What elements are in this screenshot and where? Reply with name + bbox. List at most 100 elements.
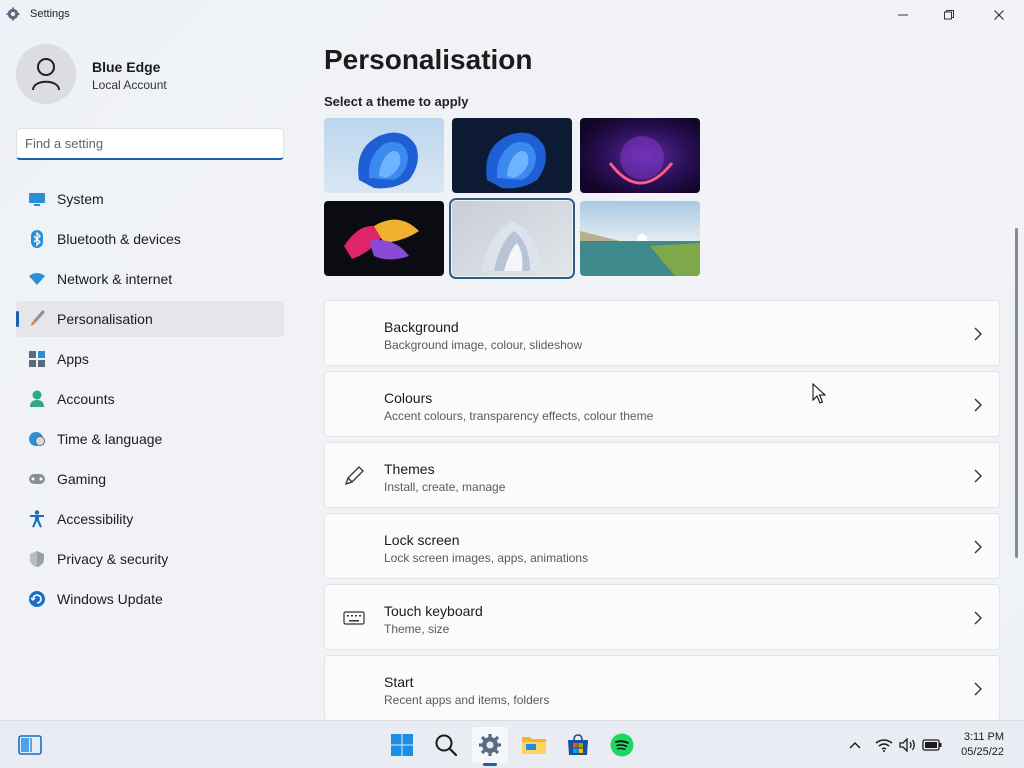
start-card[interactable]: Start Recent apps and items, folders — [324, 655, 1000, 720]
update-icon — [28, 590, 46, 608]
card-subtitle: Background image, colour, slideshow — [384, 338, 583, 352]
card-title: Start — [384, 674, 414, 690]
user-name: Blue Edge — [92, 59, 161, 75]
colours-card[interactable]: Colours Accent colours, transparency eff… — [324, 371, 1000, 437]
sidebar-item-accounts[interactable]: Accounts — [16, 381, 284, 417]
shield-icon — [28, 550, 46, 568]
palette-icon — [343, 394, 365, 416]
sidebar-item-network[interactable]: Network & internet — [16, 261, 284, 297]
account-type: Local Account — [92, 78, 167, 92]
widgets-icon — [18, 735, 42, 755]
network-tray-button[interactable] — [874, 735, 894, 755]
chevron-right-icon — [974, 327, 982, 341]
avatar[interactable] — [16, 44, 76, 104]
minimize-button[interactable] — [880, 0, 926, 30]
volume-tray-button[interactable] — [898, 735, 918, 755]
spotify-icon — [610, 733, 634, 757]
chevron-right-icon — [974, 398, 982, 412]
file-explorer-button[interactable] — [516, 727, 552, 763]
theme-thumbnail-sunrise[interactable] — [449, 198, 575, 279]
monitor-icon — [28, 190, 46, 208]
sidebar-item-label: Time & language — [57, 431, 163, 447]
clock-time[interactable]: 3:11 PM — [960, 731, 1004, 743]
card-subtitle: Install, create, manage — [384, 480, 506, 494]
chevron-right-icon — [974, 540, 982, 554]
background-card[interactable]: Background Background image, colour, sli… — [324, 300, 1000, 366]
battery-tray-button[interactable] — [922, 735, 942, 755]
chevron-right-icon — [974, 611, 982, 625]
sidebar-item-label: System — [57, 191, 104, 207]
sidebar-item-label: Personalisation — [57, 311, 153, 327]
title-bar: Settings — [0, 0, 1024, 30]
card-title: Touch keyboard — [384, 603, 483, 619]
bluetooth-icon — [28, 230, 46, 248]
lock-screen-icon — [343, 536, 365, 558]
touch-keyboard-card[interactable]: Touch keyboard Theme, size — [324, 584, 1000, 650]
card-title: Colours — [384, 390, 433, 406]
wifi-icon — [28, 270, 46, 288]
theme-thumbnail-windows-dark[interactable] — [452, 118, 572, 193]
card-subtitle: Recent apps and items, folders — [384, 693, 550, 707]
gamepad-icon — [28, 470, 46, 488]
sidebar-item-accessibility[interactable]: Accessibility — [16, 501, 284, 537]
sidebar-item-gaming[interactable]: Gaming — [16, 461, 284, 497]
card-subtitle: Lock screen images, apps, animations — [384, 551, 589, 565]
sidebar-item-label: Windows Update — [57, 591, 163, 607]
sidebar-item-label: Apps — [57, 351, 89, 367]
settings-taskbar-button[interactable] — [472, 727, 508, 763]
search-box[interactable] — [16, 128, 284, 160]
themes-card[interactable]: Themes Install, create, manage — [324, 442, 1000, 508]
theme-thumbnail-flow[interactable] — [580, 201, 700, 276]
close-button[interactable] — [976, 0, 1022, 30]
sidebar-item-label: Gaming — [57, 471, 107, 487]
chevron-right-icon — [974, 682, 982, 696]
battery-icon — [922, 739, 942, 751]
taskbar: 3:11 PM 05/25/22 — [0, 720, 1024, 768]
mouse-cursor-icon — [812, 383, 827, 404]
show-hidden-icons-button[interactable] — [845, 735, 865, 755]
card-title: Themes — [384, 461, 435, 477]
scrollbar-thumb[interactable] — [1015, 228, 1018, 558]
wifi-icon — [875, 739, 893, 752]
sidebar-item-windows-update[interactable]: Windows Update — [16, 581, 284, 617]
start-button[interactable] — [384, 727, 420, 763]
card-subtitle: Theme, size — [384, 622, 450, 636]
sidebar-item-privacy[interactable]: Privacy & security — [16, 541, 284, 577]
card-title: Background — [384, 319, 459, 335]
search-input[interactable] — [17, 129, 283, 158]
accessibility-icon — [28, 510, 46, 528]
card-subtitle: Accent colours, transparency effects, co… — [384, 409, 654, 423]
sidebar-item-bluetooth[interactable]: Bluetooth & devices — [16, 221, 284, 257]
sidebar-item-time-language[interactable]: Time & language — [16, 421, 284, 457]
spotify-button[interactable] — [604, 727, 640, 763]
clock-date[interactable]: 05/25/22 — [956, 746, 1004, 758]
lock-screen-card[interactable]: Lock screen Lock screen images, apps, an… — [324, 513, 1000, 579]
globe-clock-icon — [28, 430, 46, 448]
volume-icon — [899, 738, 915, 752]
theme-thumbnail-glow[interactable] — [580, 118, 700, 193]
restore-button[interactable] — [926, 0, 972, 30]
sidebar-item-label: Bluetooth & devices — [57, 231, 181, 247]
theme-thumbnail-windows-light[interactable] — [324, 118, 444, 193]
theme-thumbnail-captured-motion[interactable] — [324, 201, 444, 276]
themes-label: Select a theme to apply — [324, 94, 469, 109]
store-button[interactable] — [560, 727, 596, 763]
widgets-button[interactable] — [12, 727, 48, 763]
sidebar-item-system[interactable]: System — [16, 181, 284, 217]
sidebar-item-personalisation[interactable]: Personalisation — [16, 301, 284, 337]
settings-icon — [479, 734, 501, 756]
file-explorer-icon — [522, 737, 546, 754]
close-icon — [994, 10, 1004, 20]
sidebar-item-label: Accessibility — [57, 511, 134, 527]
start-icon — [391, 734, 413, 756]
brush-icon — [28, 310, 46, 328]
chevron-up-icon — [849, 742, 861, 749]
start-icon — [343, 678, 365, 700]
sidebar-item-label: Privacy & security — [57, 551, 169, 567]
settings-window: Settings Blue Edge Local Account System — [0, 0, 1024, 720]
sidebar-item-apps[interactable]: Apps — [16, 341, 284, 377]
search-icon — [435, 734, 458, 757]
pen-icon — [343, 465, 365, 487]
apps-icon — [28, 350, 46, 368]
search-button[interactable] — [428, 727, 464, 763]
